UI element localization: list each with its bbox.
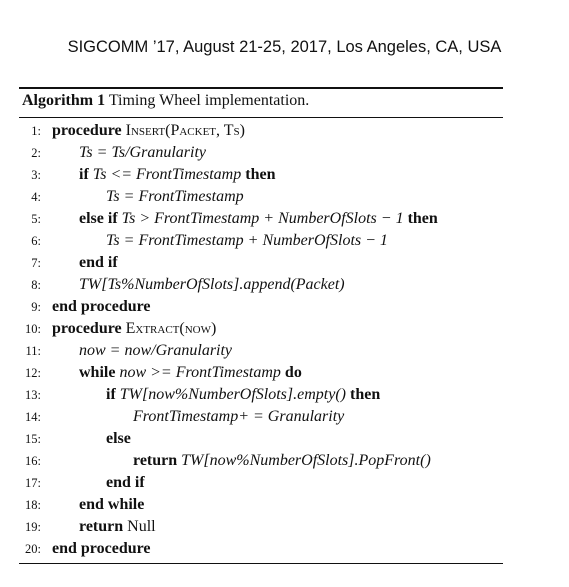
line-number: 12:: [25, 366, 41, 380]
keyword: procedure: [52, 320, 122, 337]
statement: Ts = FrontTimestamp + NumberOfSlots − 1: [106, 232, 388, 249]
keyword: end if: [106, 474, 145, 491]
line-number: 16:: [25, 454, 41, 468]
keyword: else: [106, 430, 131, 447]
keyword: end procedure: [52, 298, 151, 315]
line-number: 19:: [25, 520, 41, 534]
top-rule: [19, 87, 503, 89]
line-number: 2:: [31, 146, 41, 160]
line-number: 9:: [31, 300, 41, 314]
line-number: 11:: [25, 344, 41, 358]
statement: TW[now%NumberOfSlots].PopFront(): [181, 452, 431, 469]
keyword: end procedure: [52, 540, 151, 557]
keyword: while: [79, 364, 116, 381]
line-number: 14:: [25, 410, 41, 424]
keyword: if: [79, 166, 89, 183]
algorithm-label: Algorithm 1: [22, 92, 106, 109]
statement: Insert(Packet, Ts): [125, 122, 245, 139]
line-number: 13:: [25, 388, 41, 402]
page-header: SIGCOMM ’17, August 21-25, 2017, Los Ang…: [67, 38, 502, 56]
line-number: 10:: [25, 322, 41, 336]
keyword: return: [79, 518, 124, 535]
keyword: return: [133, 452, 178, 469]
statement: FrontTimestamp+ = Granularity: [133, 408, 345, 425]
line-number: 15:: [25, 432, 41, 446]
line-number: 5:: [31, 212, 41, 226]
keyword: end if: [79, 254, 118, 271]
statement: Extract(now): [125, 320, 217, 337]
keyword: if: [106, 386, 116, 403]
line-number: 20:: [25, 542, 41, 556]
line-number: 1:: [31, 124, 41, 138]
line-number: 4:: [31, 190, 41, 204]
line-number: 7:: [31, 256, 41, 270]
algorithm-title: Timing Wheel implementation.: [108, 92, 310, 109]
keyword: then: [245, 166, 276, 183]
caption-rule: [19, 117, 503, 118]
line-number: 17:: [25, 476, 41, 490]
keyword: then: [407, 210, 438, 227]
statement: Ts <= FrontTimestamp: [92, 166, 242, 183]
keyword: end while: [79, 496, 145, 513]
statement: TW[now%NumberOfSlots].empty(): [119, 386, 346, 403]
statement: Ts = FrontTimestamp: [106, 188, 244, 205]
statement: Ts = Ts/Granularity: [79, 144, 206, 161]
bottom-rule: [19, 563, 503, 564]
algorithm-caption: Algorithm 1 Timing Wheel implementation.: [22, 92, 309, 110]
line-number: 3:: [31, 168, 41, 182]
keyword: do: [284, 364, 302, 381]
statement: now >= FrontTimestamp: [119, 364, 281, 381]
line-number: 8:: [31, 278, 41, 292]
keyword: else if: [79, 210, 118, 227]
statement: Ts > FrontTimestamp + NumberOfSlots − 1: [121, 210, 404, 227]
statement: Null: [127, 518, 156, 535]
line-number: 6:: [31, 234, 41, 248]
keyword: procedure: [52, 122, 122, 139]
statement: TW[Ts%NumberOfSlots].append(Packet): [79, 276, 345, 293]
statement: now = now/Granularity: [79, 342, 233, 359]
keyword: then: [350, 386, 381, 403]
line-number: 18:: [25, 498, 41, 512]
